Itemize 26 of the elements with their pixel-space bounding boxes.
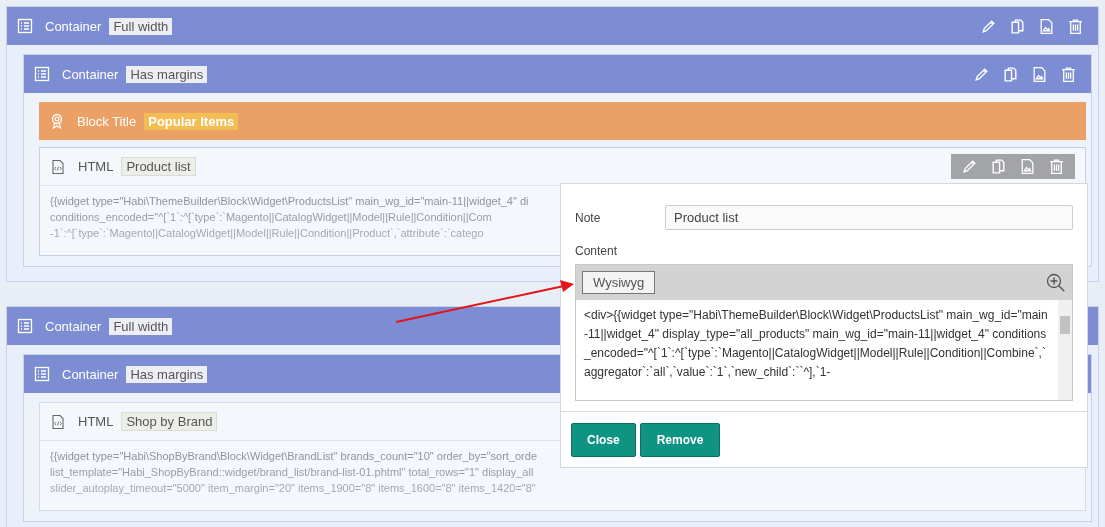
block-tag: Product list (121, 157, 196, 176)
container-tag: Full width (109, 317, 173, 335)
block-tag: Shop by Brand (121, 412, 218, 431)
block-title: Block Title (77, 113, 137, 129)
note-input[interactable]: Product list (665, 205, 1073, 230)
container-title: Container (45, 318, 102, 334)
container-tag: Has margins (126, 65, 208, 83)
container-tag: Has margins (126, 365, 208, 383)
note-label: Note (575, 210, 602, 225)
dialog-button[interactable]: Remove (639, 423, 721, 457)
container-title: Container (45, 18, 102, 34)
container-title: Container (62, 66, 119, 82)
block-title: HTML (78, 414, 114, 429)
code-preview-line: {{widget type="Habi\ShopByBrand\Block\Widget\BrandList" brands_count="10" order_by="sort_orde (50, 449, 537, 464)
code-preview-line: slider_autoplay_timeout="5000" item_margin="20" items_1900="8" items_1600="8" items_1420="8" (50, 481, 536, 496)
container-title: Container (62, 366, 119, 382)
code-preview-line: {{widget type="Habi\ThemeBuilder\Block\Widget\ProductsList" main_wg_id="main-11||widget_4" di (50, 194, 529, 209)
code-preview-line: -1`:^[`type`:`Magento||CatalogWidget||Model||Rule||Condition||Product`,`attribute`:`catego (50, 226, 484, 241)
block-title: HTML (78, 159, 114, 174)
code-preview-line: list_template="Habi_ShopByBrand::widget/brand_list/brand-list-01.phtml" total_rows="1" display_all (50, 465, 534, 480)
content-label: Content (574, 243, 619, 260)
block-tag: Popular Items (144, 112, 239, 130)
container-tag: Full width (109, 17, 173, 35)
code-preview-line: conditions_encoded="^[`1`:^[`type`:`Magento||CatalogWidget||Model||Rule||Condition||Com (50, 210, 492, 225)
dialog-button[interactable]: Close (571, 423, 636, 457)
wysiwyg-button[interactable]: Wysiwyg (582, 271, 656, 294)
